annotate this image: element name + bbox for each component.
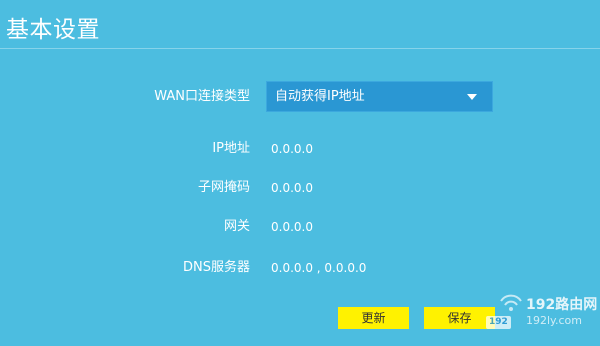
gateway-label: 网关 (223, 219, 250, 234)
title-divider (0, 48, 600, 49)
wan-type-select[interactable]: 自动获得IP地址 (266, 81, 493, 112)
ip-address-label: IP地址 (212, 141, 250, 156)
subnet-mask-row: 子网掩码 0.0.0.0 (0, 172, 600, 204)
ip-address-row: IP地址 0.0.0.0 (0, 133, 600, 165)
watermark-badge: 192 (486, 316, 511, 329)
basic-settings-page: 基本设置 WAN口连接类型 自动获得IP地址 IP地址 0.0.0.0 子网掩码… (0, 0, 600, 346)
gateway-value: 0.0.0.0 (271, 220, 313, 234)
wan-type-row: WAN口连接类型 自动获得IP地址 (0, 81, 600, 113)
wifi-signal-icon (500, 294, 522, 311)
subnet-mask-label: 子网掩码 (197, 180, 250, 195)
ip-address-value: 0.0.0.0 (271, 142, 313, 156)
wan-type-selected-value: 自动获得IP地址 (275, 89, 365, 104)
subnet-mask-value: 0.0.0.0 (271, 181, 313, 195)
watermark-brand: 192路由网 (526, 297, 598, 313)
wan-type-label: WAN口连接类型 (154, 89, 250, 104)
dns-server-label: DNS服务器 (183, 260, 250, 275)
watermark-domain: 192ly.com (526, 314, 582, 327)
refresh-button[interactable]: 更新 (338, 307, 409, 329)
caret-down-icon (467, 94, 477, 100)
gateway-row: 网关 0.0.0.0 (0, 211, 600, 243)
save-button[interactable]: 保存 (424, 307, 495, 329)
dns-server-value: 0.0.0.0 , 0.0.0.0 (271, 261, 367, 275)
dns-server-row: DNS服务器 0.0.0.0 , 0.0.0.0 (0, 252, 600, 284)
page-title: 基本设置 (6, 17, 100, 43)
watermark: 192路由网 192ly.com 192 (486, 289, 598, 335)
